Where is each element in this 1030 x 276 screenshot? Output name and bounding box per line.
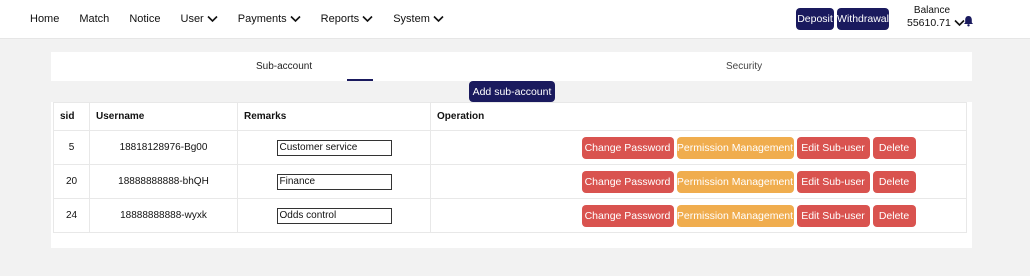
username-cell: 18818128976-Bg00 [89, 130, 238, 165]
column-header-operation: Operation [430, 102, 967, 131]
table-row: 24 18888888888-wyxk Change Password Perm… [53, 198, 967, 233]
nav-system-label: System [393, 13, 430, 25]
table-header-row: sid Username Remarks Operation [53, 102, 967, 131]
edit-sub-user-button[interactable]: Edit Sub-user [796, 136, 870, 159]
sub-account-table: sid Username Remarks Operation 5 1881812… [53, 102, 967, 233]
sid-cell: 5 [53, 130, 90, 165]
add-sub-account-button[interactable]: Add sub-account [469, 81, 555, 102]
deposit-button[interactable]: Deposit [796, 8, 834, 30]
column-header-username: Username [89, 102, 238, 131]
nav-match[interactable]: Match [79, 13, 109, 25]
nav-payments[interactable]: Payments [238, 13, 301, 25]
remarks-cell [237, 198, 431, 233]
tab-sub-account[interactable]: Sub-account [256, 61, 312, 72]
bell-icon[interactable] [963, 15, 974, 27]
permission-management-button[interactable]: Permission Management [676, 170, 794, 193]
nav-system[interactable]: System [393, 13, 444, 25]
change-password-button[interactable]: Change Password [581, 136, 674, 159]
table-row: 5 18818128976-Bg00 Change Password Permi… [53, 130, 967, 165]
nav-user[interactable]: User [181, 13, 218, 25]
nav-home[interactable]: Home [30, 13, 59, 25]
remarks-input[interactable] [276, 207, 392, 224]
chevron-down-icon [433, 15, 444, 23]
sid-cell: 20 [53, 164, 90, 199]
sid-cell: 24 [53, 198, 90, 233]
change-password-button[interactable]: Change Password [581, 204, 674, 227]
balance-dropdown[interactable]: 55610.71 [907, 17, 965, 29]
chevron-down-icon [207, 15, 218, 23]
nav-reports-label: Reports [320, 13, 360, 25]
change-password-button[interactable]: Change Password [581, 170, 674, 193]
username-cell: 18888888888-wyxk [89, 198, 238, 233]
sub-account-table-card: sid Username Remarks Operation 5 1881812… [51, 102, 972, 248]
nav-reports[interactable]: Reports [321, 13, 374, 25]
tab-security[interactable]: Security [726, 61, 762, 72]
active-tab-indicator [347, 79, 373, 81]
nav-match-label: Match [79, 13, 110, 25]
balance-label: Balance [913, 5, 951, 16]
username-cell: 18888888888-bhQH [89, 164, 238, 199]
tab-bar: Sub-account Security [51, 52, 972, 81]
operation-cell: Change Password Permission Management Ed… [430, 164, 967, 199]
delete-button[interactable]: Delete [872, 204, 916, 227]
nav-notice-label: Notice [129, 13, 161, 25]
nav-user-label: User [180, 13, 204, 25]
top-navbar: Home Match Notice User Payments Reports … [0, 0, 1030, 39]
permission-management-button[interactable]: Permission Management [676, 136, 794, 159]
delete-button[interactable]: Delete [872, 170, 916, 193]
operation-cell: Change Password Permission Management Ed… [430, 198, 967, 233]
remarks-cell [237, 164, 431, 199]
permission-management-button[interactable]: Permission Management [676, 204, 794, 227]
column-header-remarks: Remarks [237, 102, 431, 131]
main-nav: Home Match Notice User Payments Reports … [30, 13, 464, 25]
nav-notice[interactable]: Notice [129, 13, 160, 25]
nav-home-label: Home [30, 13, 60, 25]
edit-sub-user-button[interactable]: Edit Sub-user [796, 204, 870, 227]
chevron-down-icon [362, 15, 373, 23]
withdrawal-button[interactable]: Withdrawal [837, 8, 889, 30]
remarks-cell [237, 130, 431, 165]
chevron-down-icon [290, 15, 301, 23]
operation-cell: Change Password Permission Management Ed… [430, 130, 967, 165]
table-row: 20 18888888888-bhQH Change Password Perm… [53, 164, 967, 199]
remarks-input[interactable] [276, 173, 392, 190]
edit-sub-user-button[interactable]: Edit Sub-user [796, 170, 870, 193]
remarks-input[interactable] [276, 139, 392, 156]
column-header-sid: sid [53, 102, 90, 131]
delete-button[interactable]: Delete [872, 136, 916, 159]
balance-value: 55610.71 [907, 17, 951, 29]
nav-payments-label: Payments [237, 13, 287, 25]
